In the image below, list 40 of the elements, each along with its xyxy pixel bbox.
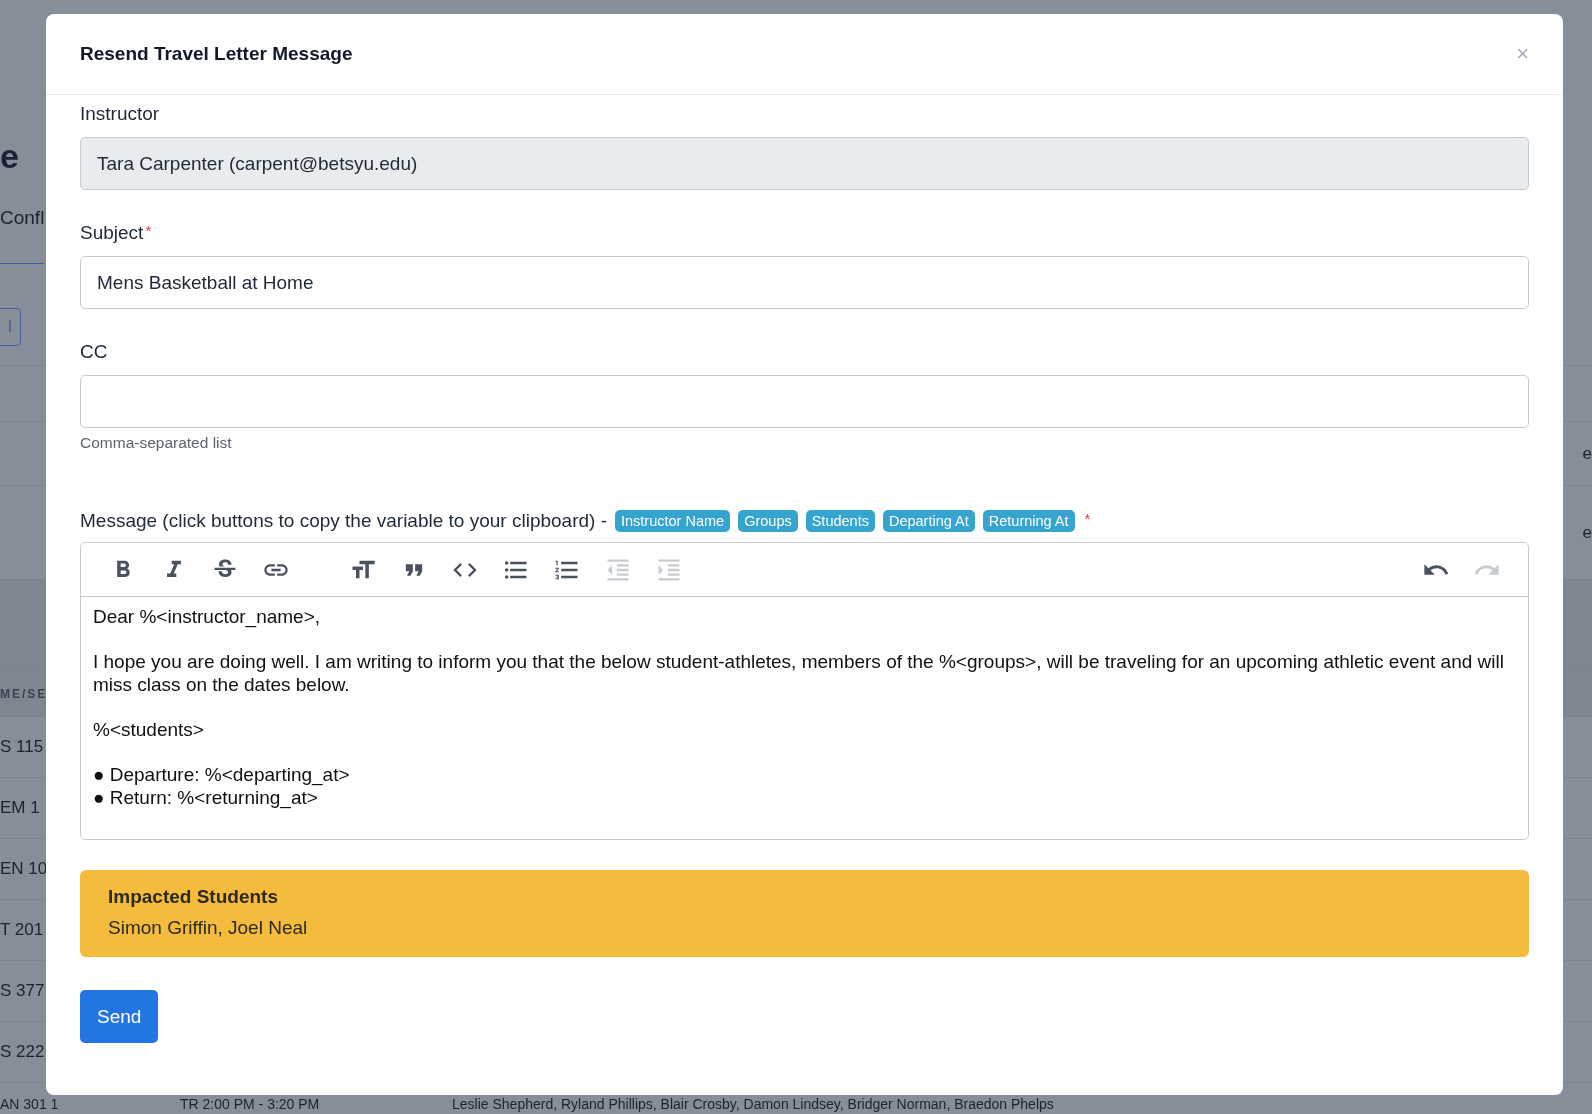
paragraph: %<students> [93, 718, 205, 741]
alert-text: Simon Griffin, Joel Neal [108, 917, 309, 939]
table-cell: T 201 [0, 920, 44, 940]
field-label: Subject [80, 222, 144, 244]
tab[interactable]: Confl [0, 190, 44, 264]
dialog-title: Resend Travel Letter Message [80, 43, 353, 65]
table-cell-text: Leslie Shepherd, Ryland Phillips, Blair Crosby, Damon Lindsey, Bridger Norman, Braedon Phelps [452, 1096, 1055, 1112]
close-button[interactable]: × [1516, 41, 1529, 67]
table-cell-text: TR 2:00 PM - 3:20 PM [180, 1096, 321, 1112]
column-header: ME/SE [0, 686, 48, 701]
variable-button[interactable]: Students [805, 510, 875, 532]
field-label: Instructor [80, 103, 160, 125]
required-mark: * [1084, 510, 1091, 527]
variable-button[interactable]: Instructor Name [615, 510, 731, 532]
paragraph: I hope you are doing well. I am writing to inform you that the below student-athletes, members of the %<groups>, will be traveling for an upcoming athletic event and will miss class on the dates below. [93, 650, 1505, 696]
table-cell: EN 10 [0, 859, 48, 879]
send-button[interactable]: Send [80, 990, 159, 1043]
table-cell: S 115 [0, 737, 44, 757]
field-label: Message (click buttons to copy the variable to your clipboard) - [80, 510, 607, 532]
bullet-item: ● Departure: %<departing_at> [93, 763, 351, 786]
field-label: CC [80, 341, 108, 363]
table-cell: EM 1 [0, 798, 40, 818]
variable-button[interactable]: Groups [738, 510, 798, 532]
background-button[interactable]: l [0, 308, 21, 346]
page-title: e [0, 137, 19, 175]
alert-title: Impacted Students [108, 886, 279, 908]
table-cell: S 222 [0, 1042, 45, 1062]
message-editor[interactable] [80, 542, 1529, 840]
table-cell: e [1582, 443, 1592, 464]
variable-button[interactable]: Departing At [882, 510, 975, 532]
required-mark: * [145, 222, 152, 239]
bullet-item: ● Return: %<returning_at> [93, 786, 319, 809]
variable-button[interactable]: Returning At [982, 510, 1075, 532]
table-cell: S 377 [0, 981, 45, 1001]
input-field[interactable] [80, 375, 1529, 428]
input-field[interactable]: Mens Basketball at Home [80, 256, 1529, 309]
help-text: Comma-separated list [80, 434, 233, 452]
table-cell: e [1582, 522, 1592, 543]
paragraph: Dear %<instructor_name>, [93, 605, 322, 628]
table-cell-text: AN 301 1 [0, 1096, 60, 1112]
